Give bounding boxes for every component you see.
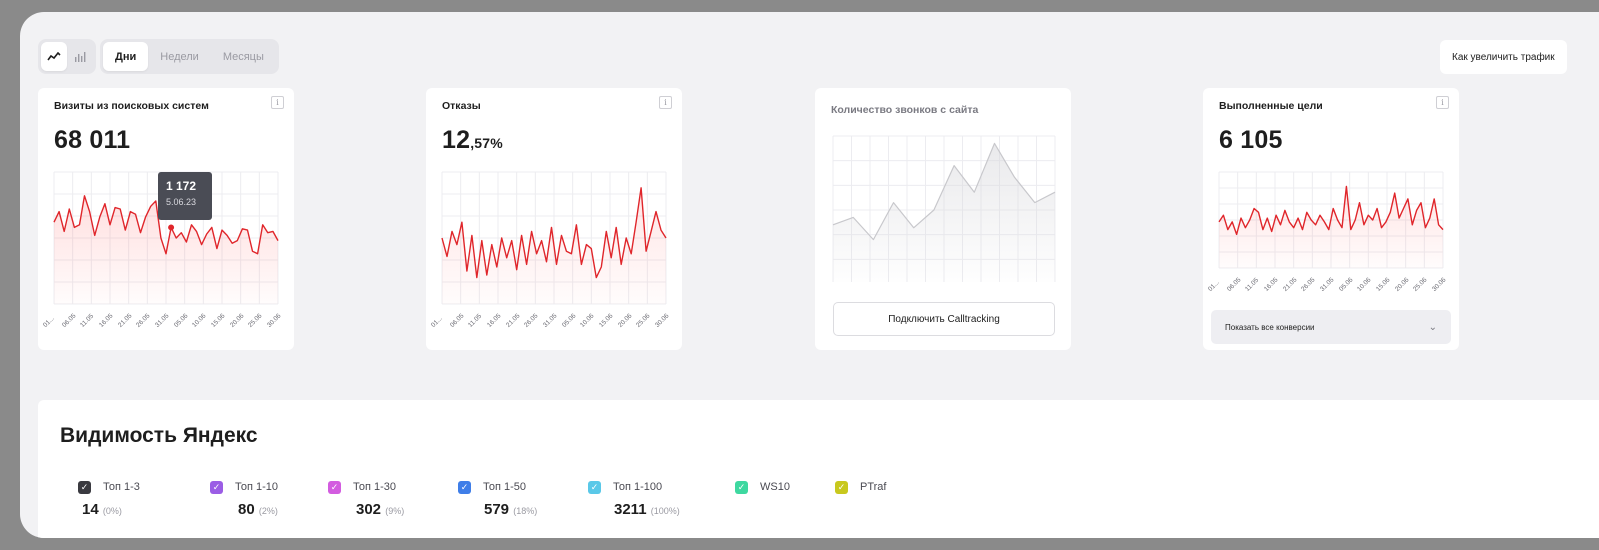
legend-label: Топ 1-10 [235,481,279,493]
app-frame: Дни Недели Месяцы Как увеличить трафик В… [20,12,1599,538]
x-tick-label: 21.05 [116,312,134,329]
x-tick-label: 30.06 [266,312,283,329]
legend-value: 3211 (100%) [614,501,680,518]
legend-value: 579 (18%) [484,501,538,518]
checkbox-icon[interactable]: ✓ [735,481,748,494]
goals-chart[interactable] [1203,164,1459,274]
chart-type-toggle [38,39,96,74]
goals-value: 6 105 [1219,126,1283,154]
calls-placeholder-chart [832,135,1056,282]
x-tick-label: 20.06 [228,312,246,329]
x-tick-label: 26.05 [523,312,540,329]
panel-title: Видимость Яндекс [60,424,258,447]
x-tick-label: 01... [430,315,444,329]
x-tick-label: 10.06 [191,312,208,329]
period-months-button[interactable]: Месяцы [211,42,276,71]
visits-x-axis: 01... 06.05 11.05 16.05 21.05 26.05 31.05 05.06… [42,310,286,336]
series-point-highlight [168,224,175,231]
bounces-value: 12,57% [442,126,503,154]
bar-chart-icon[interactable] [67,42,93,71]
x-tick-label: 05.06 [1337,276,1355,293]
info-icon[interactable]: i [659,96,672,109]
x-tick-label: 15.06 [1375,276,1392,293]
x-tick-label: 25.06 [635,312,652,329]
bounces-x-axis: 01... 06.05 11.05 16.05 21.05 26.05 31.05 05.06… [430,310,674,336]
x-tick-label: 20.06 [1393,276,1411,293]
x-tick-label: 31.05 [1319,276,1336,293]
x-tick-label: 26.05 [135,312,152,329]
x-tick-label: 05.06 [560,312,578,329]
x-tick-label: 30.06 [1431,276,1448,293]
x-tick-label: 11.05 [79,312,96,329]
legend-label: Топ 1-100 [613,481,663,493]
x-tick-label: 11.05 [1244,276,1261,293]
chevron-down-icon: ⌄ [1428,321,1437,333]
x-tick-label: 15.06 [210,312,227,329]
goals-x-axis: 01... 06.05 11.05 16.05 21.05 26.05 31.05 05.06… [1207,274,1451,300]
checkbox-icon[interactable]: ✓ [78,481,91,494]
info-icon[interactable]: i [1436,96,1449,109]
calls-title: Количество звонков с сайта [831,104,979,116]
conversions-select[interactable]: Показать все конверсии ⌄ [1211,310,1451,344]
x-tick-label: 01... [1207,279,1221,293]
checkbox-icon[interactable]: ✓ [835,481,848,494]
legend-label: Топ 1-50 [483,481,527,493]
checkbox-icon[interactable]: ✓ [210,481,223,494]
x-tick-label: 25.06 [247,312,264,329]
x-tick-label: 25.06 [1412,276,1429,293]
bounces-title: Отказы [442,100,481,112]
x-tick-label: 06.05 [60,312,78,329]
visits-card: Визиты из поисковых систем i 68 011 01..… [38,88,294,350]
x-tick-label: 20.06 [616,312,634,329]
x-tick-label: 16.05 [486,312,503,329]
x-tick-label: 06.05 [1225,276,1243,293]
bounces-chart[interactable] [426,164,682,314]
visits-title: Визиты из поисковых систем [54,100,209,112]
x-tick-label: 21.05 [504,312,522,329]
checkbox-icon[interactable]: ✓ [328,481,341,494]
visits-value: 68 011 [54,126,131,154]
legend-value: 302 (9%) [356,501,405,518]
increase-traffic-button[interactable]: Как увеличить трафик [1440,40,1567,74]
legend-value: 14 (0%) [82,501,122,518]
x-tick-label: 30.06 [654,312,671,329]
legend-label: Топ 1-3 [103,481,140,493]
x-tick-label: 10.06 [1356,276,1373,293]
tooltip-date: 5.06.23 [166,197,197,207]
connect-calltracking-button[interactable]: Подключить Calltracking [833,302,1055,336]
x-tick-label: 31.05 [542,312,559,329]
conversions-select-label: Показать все конверсии [1225,322,1315,332]
x-tick-label: 21.05 [1281,276,1299,293]
x-tick-label: 06.05 [448,312,466,329]
chart-tooltip: 1 172 5.06.23 [158,172,212,220]
yandex-visibility-panel: Видимость Яндекс i ✓Топ 1-314 (0%)✓Топ 1… [38,400,1599,538]
checkbox-icon[interactable]: ✓ [588,481,601,494]
legend-label: PTraf [860,481,887,493]
x-tick-label: 11.05 [467,312,484,329]
line-chart-icon[interactable] [41,42,67,71]
legend-label: WS10 [760,481,790,493]
period-weeks-button[interactable]: Недели [148,42,211,71]
checkbox-icon[interactable]: ✓ [458,481,471,494]
legend-label: Топ 1-30 [353,481,397,493]
toolbar: Дни Недели Месяцы [38,39,279,74]
period-switch: Дни Недели Месяцы [100,39,279,74]
legend-value: 80 (2%) [238,501,278,518]
calls-card: Количество звонков с сайта Подключить Ca… [815,88,1071,350]
x-tick-label: 16.05 [98,312,115,329]
x-tick-label: 10.06 [579,312,596,329]
bounces-card: Отказы i 12,57% 01... 06.05 11.05 16.05 21.0… [426,88,682,350]
info-icon[interactable]: i [271,96,284,109]
x-tick-label: 01... [42,315,56,329]
tooltip-value: 1 172 [166,179,197,193]
x-tick-label: 26.05 [1300,276,1317,293]
goals-title: Выполненные цели [1219,100,1323,112]
x-tick-label: 31.05 [154,312,171,329]
goals-card: Выполненные цели i 6 105 01... 06.05 11.05… [1203,88,1459,350]
x-tick-label: 05.06 [172,312,190,329]
x-tick-label: 15.06 [598,312,615,329]
period-days-button[interactable]: Дни [103,42,149,71]
x-tick-label: 16.05 [1263,276,1280,293]
